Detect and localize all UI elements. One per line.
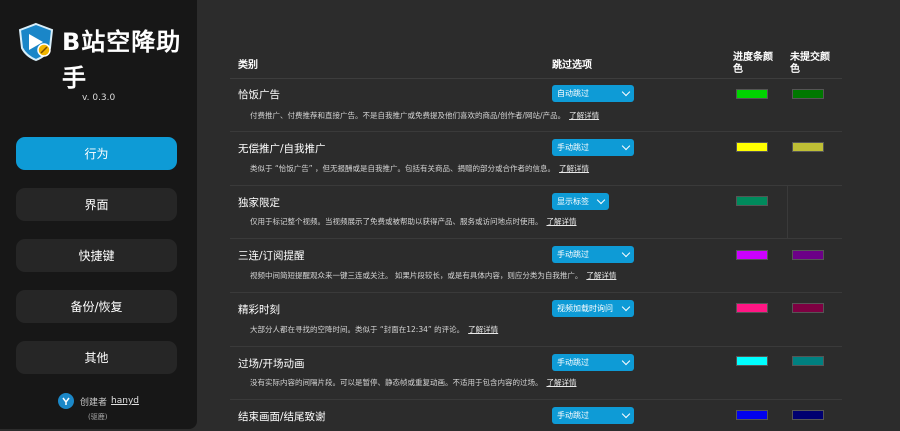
category-title: 独家限定 bbox=[238, 197, 280, 209]
row-divider bbox=[230, 292, 842, 293]
nav-other[interactable]: 其他 bbox=[16, 341, 177, 374]
category-desc: 没有实际内容的间隔片段。可以是暂停、静态帧或重复动画。不适用于包含内容的过场。了… bbox=[250, 378, 577, 387]
header-category: 类别 bbox=[238, 60, 258, 71]
category-desc: 视频中间简短提醒观众来一键三连或关注。 如果片段较长，或是有具体内容，则应分类为… bbox=[250, 271, 617, 280]
header-unsubmitted-color: 未提交颜色 bbox=[790, 52, 830, 75]
skip-option-select[interactable]: 视频加载时询问 bbox=[552, 300, 634, 317]
unsubmitted-color-swatch[interactable] bbox=[792, 356, 824, 366]
learn-more-link[interactable]: 了解详情 bbox=[559, 164, 589, 173]
row-divider bbox=[230, 238, 842, 239]
chevron-down-icon bbox=[621, 87, 631, 97]
creator-label: 创建者 bbox=[80, 397, 108, 408]
row-divider bbox=[230, 399, 842, 400]
creator-avatar bbox=[58, 393, 74, 409]
app-logo-icon bbox=[18, 22, 54, 62]
category-desc: 付费推广、付费推荐和直接广告。不是自我推广或免费提及他们喜欢的商品/创作者/网站… bbox=[250, 111, 600, 120]
row-divider bbox=[230, 346, 842, 347]
nav-backup-restore[interactable]: 备份/恢复 bbox=[16, 290, 177, 323]
category-title: 恰饭广告 bbox=[238, 89, 280, 101]
progress-color-swatch[interactable] bbox=[736, 303, 768, 313]
chevron-down-icon bbox=[596, 195, 606, 205]
header-progress-color: 进度条颜色 bbox=[733, 52, 773, 75]
creator-info: 创建者 hanyd bbox=[58, 393, 139, 409]
creator-link[interactable]: hanyd bbox=[111, 396, 139, 406]
skip-option-select[interactable]: 自动跳过 bbox=[552, 85, 634, 102]
learn-more-link[interactable]: 了解详情 bbox=[547, 217, 577, 226]
nav-interface[interactable]: 界面 bbox=[16, 188, 177, 221]
learn-more-link[interactable]: 了解详情 bbox=[586, 271, 616, 280]
category-title: 精彩时刻 bbox=[238, 304, 280, 316]
progress-color-swatch[interactable] bbox=[736, 142, 768, 152]
progress-color-swatch[interactable] bbox=[736, 250, 768, 260]
category-title: 过场/开场动画 bbox=[238, 358, 305, 370]
learn-more-link[interactable]: 了解详情 bbox=[468, 325, 498, 334]
column-divider bbox=[787, 185, 788, 238]
category-title: 三连/订阅提醒 bbox=[238, 250, 305, 262]
progress-color-swatch[interactable] bbox=[736, 196, 768, 206]
chevron-down-icon bbox=[621, 302, 631, 312]
category-desc: 仅用于标记整个视频。当视频展示了免费或被帮助以获得产品、服务或访问地点时使用。了… bbox=[250, 217, 577, 226]
chevron-down-icon bbox=[621, 141, 631, 151]
category-title: 无偿推广/自我推广 bbox=[238, 143, 326, 155]
chevron-down-icon bbox=[621, 248, 631, 258]
chevron-down-icon bbox=[621, 356, 631, 366]
category-desc: 大部分人都在寻找的空降时间。类似于 “封面在12:34” 的评论。 了解详情 bbox=[250, 325, 499, 334]
category-desc: 类似于 “恰饭广告” ，但无报酬或是自我推广。包括有关商品、捐赠的部分或合作者的… bbox=[250, 164, 590, 173]
header-skip-option: 跳过选项 bbox=[552, 60, 592, 71]
nav-shortcuts[interactable]: 快捷键 bbox=[16, 239, 177, 272]
skip-option-select[interactable]: 手动跳过 bbox=[552, 407, 634, 424]
category-title: 结束画面/结尾致谢 bbox=[238, 411, 326, 423]
unsubmitted-color-swatch[interactable] bbox=[792, 410, 824, 420]
unsubmitted-color-swatch[interactable] bbox=[792, 303, 824, 313]
logo bbox=[16, 22, 56, 62]
sidebar: B站空降助手 v. 0.3.0 行为 界面 快捷键 备份/恢复 其他 创建者 h… bbox=[0, 0, 197, 429]
app-title: B站空降助手 bbox=[62, 28, 182, 92]
learn-more-link[interactable]: 了解详情 bbox=[547, 378, 577, 387]
creator-note: (驱鹿) bbox=[88, 413, 108, 421]
skip-option-select[interactable]: 手动跳过 bbox=[552, 354, 634, 371]
skip-option-select[interactable]: 显示标签 bbox=[552, 193, 609, 210]
progress-color-swatch[interactable] bbox=[736, 89, 768, 99]
row-divider bbox=[230, 131, 842, 132]
progress-color-swatch[interactable] bbox=[736, 410, 768, 420]
unsubmitted-color-swatch[interactable] bbox=[792, 89, 824, 99]
row-divider bbox=[230, 185, 842, 186]
unsubmitted-color-swatch[interactable] bbox=[792, 142, 824, 152]
progress-color-swatch[interactable] bbox=[736, 356, 768, 366]
skip-option-select[interactable]: 手动跳过 bbox=[552, 139, 634, 156]
header-divider bbox=[230, 78, 842, 79]
learn-more-link[interactable]: 了解详情 bbox=[569, 111, 599, 120]
unsubmitted-color-swatch[interactable] bbox=[792, 250, 824, 260]
skip-option-select[interactable]: 手动跳过 bbox=[552, 246, 634, 263]
chevron-down-icon bbox=[621, 409, 631, 419]
nav-behavior[interactable]: 行为 bbox=[16, 137, 177, 170]
app-version: v. 0.3.0 bbox=[82, 93, 116, 103]
